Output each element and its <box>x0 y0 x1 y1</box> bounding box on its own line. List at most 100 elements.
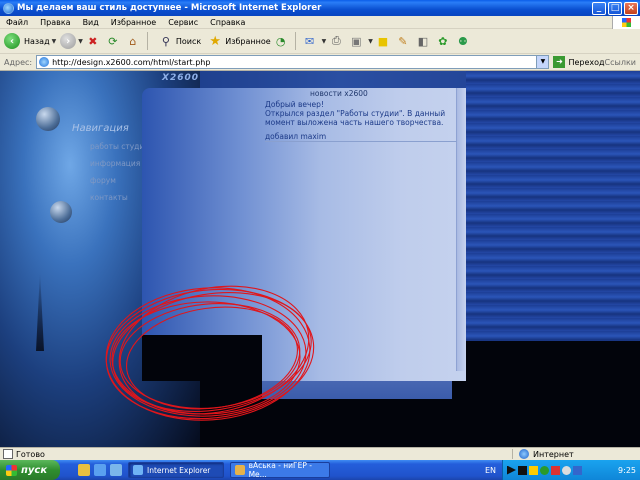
ie-task-icon <box>133 465 143 475</box>
network-tray-icon[interactable] <box>573 465 582 475</box>
maximize-button[interactable]: □ <box>608 1 622 15</box>
back-button[interactable]: ‹ Назад ▼ <box>4 30 56 52</box>
discuss-icon[interactable]: ■ <box>375 33 391 49</box>
window-titlebar[interactable]: Мы делаем ваш стиль доступнее - Microsof… <box>0 0 640 16</box>
toolbar-separator <box>294 32 296 50</box>
task-label: Internet Explorer <box>147 465 211 475</box>
news-text: Открылся раздел "Работы студии". В данны… <box>265 109 446 118</box>
ie-quicklaunch-icon[interactable] <box>94 464 106 476</box>
nav-title: Навигация <box>72 123 129 134</box>
menu-tools[interactable]: Сервис <box>162 18 204 27</box>
stop-icon[interactable]: ✖ <box>85 33 101 49</box>
address-url[interactable]: http://design.x2600.com/html/start.php <box>52 58 536 67</box>
status-text: Готово <box>16 449 45 459</box>
system-tray: 9:25 <box>502 460 640 480</box>
contacts-icon[interactable]: ⚉ <box>455 33 471 49</box>
menu-bar: Файл Правка Вид Избранное Сервис Справка <box>0 15 640 29</box>
address-label: Адрес: <box>4 57 33 67</box>
go-label: Переход <box>568 57 605 67</box>
back-arrow-icon: ‹ <box>4 33 20 49</box>
go-button[interactable]: ➜ Переход <box>553 56 605 68</box>
antivirus-tray-icon[interactable] <box>551 465 560 475</box>
menu-file[interactable]: Файл <box>0 18 34 27</box>
research-icon[interactable]: ✎ <box>395 33 411 49</box>
back-dropdown-icon[interactable]: ▼ <box>52 38 57 45</box>
forward-button[interactable]: › ▼ <box>60 30 83 52</box>
nav-item-contacts[interactable]: контакты <box>90 193 149 202</box>
toolbar: ‹ Назад ▼ › ▼ ✖ ⟳ ⌂ ⚲ Поиск ★ Избранное … <box>0 29 640 54</box>
site-logo: X2600 <box>162 73 199 83</box>
edit-dropdown-icon[interactable]: ▼ <box>368 38 373 45</box>
decor-sphere <box>50 201 72 223</box>
task-internet-explorer[interactable]: Internet Explorer <box>128 462 224 478</box>
window-title: Мы делаем ваш стиль доступнее - Microsof… <box>17 3 322 13</box>
news-divider <box>265 141 457 142</box>
decor-sphere <box>36 107 60 131</box>
history-icon[interactable]: ◔ <box>273 33 289 49</box>
links-button[interactable]: Ссылки <box>605 58 640 67</box>
address-bar: Адрес: http://design.x2600.com/html/star… <box>0 54 640 71</box>
ie-logo-icon <box>3 2 14 14</box>
nav-item-forum[interactable]: форум <box>90 176 149 185</box>
news-greeting: Добрый вечер! <box>265 100 324 109</box>
red-scribble-annotation <box>105 285 315 421</box>
news-author: добавил maxim <box>265 132 327 141</box>
news-body: Добрый вечер! Открылся раздел "Работы ст… <box>265 100 460 141</box>
windows-logo-icon <box>612 15 640 29</box>
start-label: пуск <box>21 464 48 476</box>
back-label: Назад <box>24 36 50 46</box>
taskbar: пуск Internet Explorer вАська - ниГЕР - … <box>0 460 640 480</box>
go-arrow-icon: ➜ <box>553 56 566 68</box>
language-indicator[interactable]: EN <box>479 466 502 475</box>
quicklaunch-icon[interactable] <box>78 464 90 476</box>
quick-launch <box>78 464 122 476</box>
search-button[interactable]: ⚲ Поиск <box>156 30 201 52</box>
star-icon: ★ <box>209 33 222 49</box>
nav-item-info[interactable]: информация <box>90 159 149 168</box>
desktop-quicklaunch-icon[interactable] <box>110 464 122 476</box>
tray-icon[interactable] <box>562 465 571 475</box>
icq-icon[interactable]: ✿ <box>435 33 451 49</box>
page-status-icon <box>3 449 13 459</box>
task-label: вАська - ниГЕР - Ме... <box>248 461 312 479</box>
striped-background <box>466 71 640 381</box>
search-label: Поиск <box>175 36 202 46</box>
print-icon[interactable]: ⎙ <box>328 33 344 49</box>
refresh-icon[interactable]: ⟳ <box>105 33 121 49</box>
messenger-icon[interactable]: ◧ <box>415 33 431 49</box>
page-viewport[interactable]: X2600 Навигация работы студии информация… <box>0 71 640 447</box>
edit-icon[interactable]: ▣ <box>348 33 364 49</box>
forward-dropdown-icon[interactable]: ▼ <box>78 38 83 45</box>
favorites-label: Избранное <box>225 36 271 46</box>
site-navigation: Навигация работы студии информация форум… <box>72 123 149 210</box>
home-icon[interactable]: ⌂ <box>125 33 141 49</box>
menu-edit[interactable]: Правка <box>34 18 76 27</box>
mail-dropdown-icon[interactable]: ▼ <box>322 38 327 45</box>
menu-help[interactable]: Справка <box>204 18 251 27</box>
play-icon[interactable] <box>507 465 516 475</box>
address-input[interactable]: http://design.x2600.com/html/start.php ▼ <box>36 55 550 69</box>
search-icon: ⚲ <box>161 34 170 48</box>
task-messenger[interactable]: вАська - ниГЕР - Ме... <box>230 461 330 479</box>
icq-tray-icon[interactable] <box>540 465 549 475</box>
forward-arrow-icon: › <box>60 33 77 49</box>
messenger-task-icon <box>235 465 245 475</box>
page-icon <box>39 57 50 67</box>
menu-favorites[interactable]: Избранное <box>105 18 162 27</box>
security-zone: Интернет <box>512 449 640 459</box>
favorites-button[interactable]: ★ Избранное <box>205 30 270 52</box>
stop-media-icon[interactable] <box>518 465 527 475</box>
address-dropdown-icon[interactable]: ▼ <box>536 56 549 68</box>
toolbar-separator <box>146 32 148 50</box>
start-button[interactable]: пуск <box>0 460 60 480</box>
tray-icon[interactable] <box>529 465 538 475</box>
internet-globe-icon <box>519 449 529 459</box>
minimize-button[interactable]: _ <box>592 1 606 15</box>
news-text: момент выложена часть нашего творчества. <box>265 118 444 127</box>
mail-icon[interactable]: ✉ <box>302 33 318 49</box>
clock: 9:25 <box>618 465 636 475</box>
nav-item-works[interactable]: работы студии <box>90 142 149 151</box>
news-title: новости x2600 <box>310 89 368 98</box>
close-button[interactable]: × <box>624 1 638 15</box>
menu-view[interactable]: Вид <box>77 18 105 27</box>
